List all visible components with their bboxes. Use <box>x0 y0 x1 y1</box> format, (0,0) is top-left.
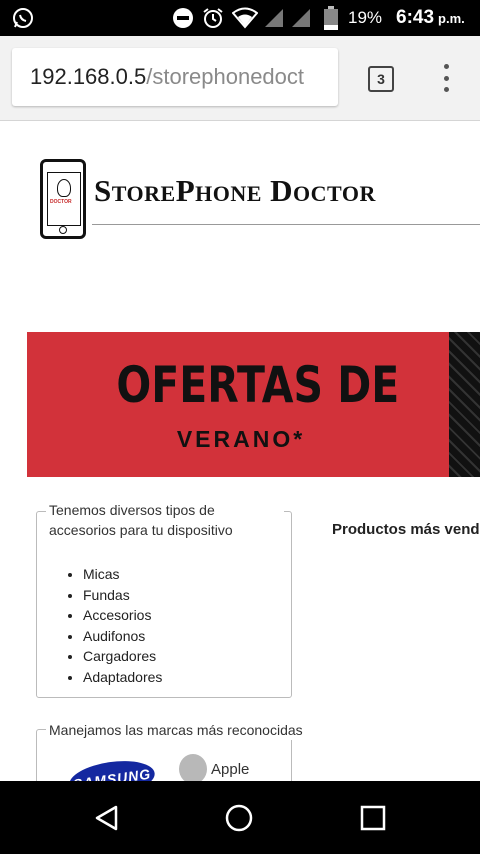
apple-icon <box>179 754 207 781</box>
web-page: DOCTOR StorePhone Doctor OFERTAS DE VERA… <box>0 121 480 781</box>
list-item: Cargadores <box>83 646 162 667</box>
navigation-bar <box>0 781 480 854</box>
battery-icon <box>324 0 338 36</box>
accessories-fieldset: Tenemos diversos tipos de accesorios par… <box>36 500 292 698</box>
alarm-icon <box>202 0 224 36</box>
banner-title: OFERTAS DE <box>116 356 400 414</box>
url-host: 192.168.0.5 <box>30 64 147 89</box>
samsung-logo[interactable]: SAMSUNG <box>67 756 157 781</box>
home-icon[interactable] <box>209 781 269 854</box>
promo-banner[interactable]: OFERTAS DE VERANO* <box>27 332 480 477</box>
clock: 6:43 p.m. <box>396 0 465 36</box>
tab-switcher-button[interactable]: 3 <box>368 66 394 92</box>
brands-legend: Manejamos las marcas más reconocidas <box>46 720 306 740</box>
list-item: Fundas <box>83 585 162 606</box>
brands-fieldset: Manejamos las marcas más reconocidas SAM… <box>36 720 306 781</box>
accessories-legend: Tenemos diversos tipos de accesorios par… <box>46 500 284 540</box>
list-item: Audifonos <box>83 626 162 647</box>
best-sellers-heading: Productos más vendidos <box>332 521 480 538</box>
banner-subtitle: VERANO* <box>176 426 306 452</box>
banner-pattern <box>449 332 480 477</box>
status-bar: 19% 6:43 p.m. <box>0 0 480 36</box>
logo-badge-text: DOCTOR <box>50 199 72 205</box>
clock-ampm: p.m. <box>438 10 465 26</box>
signal-icon-secondary <box>290 0 312 36</box>
accessories-list: Micas Fundas Accesorios Audifonos Cargad… <box>47 564 162 688</box>
overflow-menu-icon[interactable] <box>436 64 456 92</box>
list-item: Adaptadores <box>83 667 162 688</box>
battery-percentage: 19% <box>348 8 383 27</box>
recents-icon[interactable] <box>343 781 403 854</box>
logo-phone-icon[interactable]: DOCTOR <box>40 159 86 239</box>
header-divider <box>92 224 480 225</box>
apple-logo[interactable]: Apple <box>179 754 249 781</box>
address-bar[interactable]: 192.168.0.5/storephonedoct <box>12 48 338 106</box>
url-path: /storephonedoct <box>146 64 305 89</box>
site-title[interactable]: StorePhone Doctor <box>94 173 376 209</box>
clock-time: 6:43 <box>396 7 435 28</box>
whatsapp-icon <box>12 0 34 36</box>
apple-logo-text: Apple <box>211 760 250 778</box>
wifi-icon <box>232 0 258 36</box>
do-not-disturb-icon <box>172 0 194 36</box>
browser-toolbar: 192.168.0.5/storephonedoct 3 <box>0 36 480 121</box>
list-item: Micas <box>83 564 162 585</box>
back-icon[interactable] <box>77 781 137 854</box>
signal-icon <box>263 0 285 36</box>
list-item: Accesorios <box>83 605 162 626</box>
